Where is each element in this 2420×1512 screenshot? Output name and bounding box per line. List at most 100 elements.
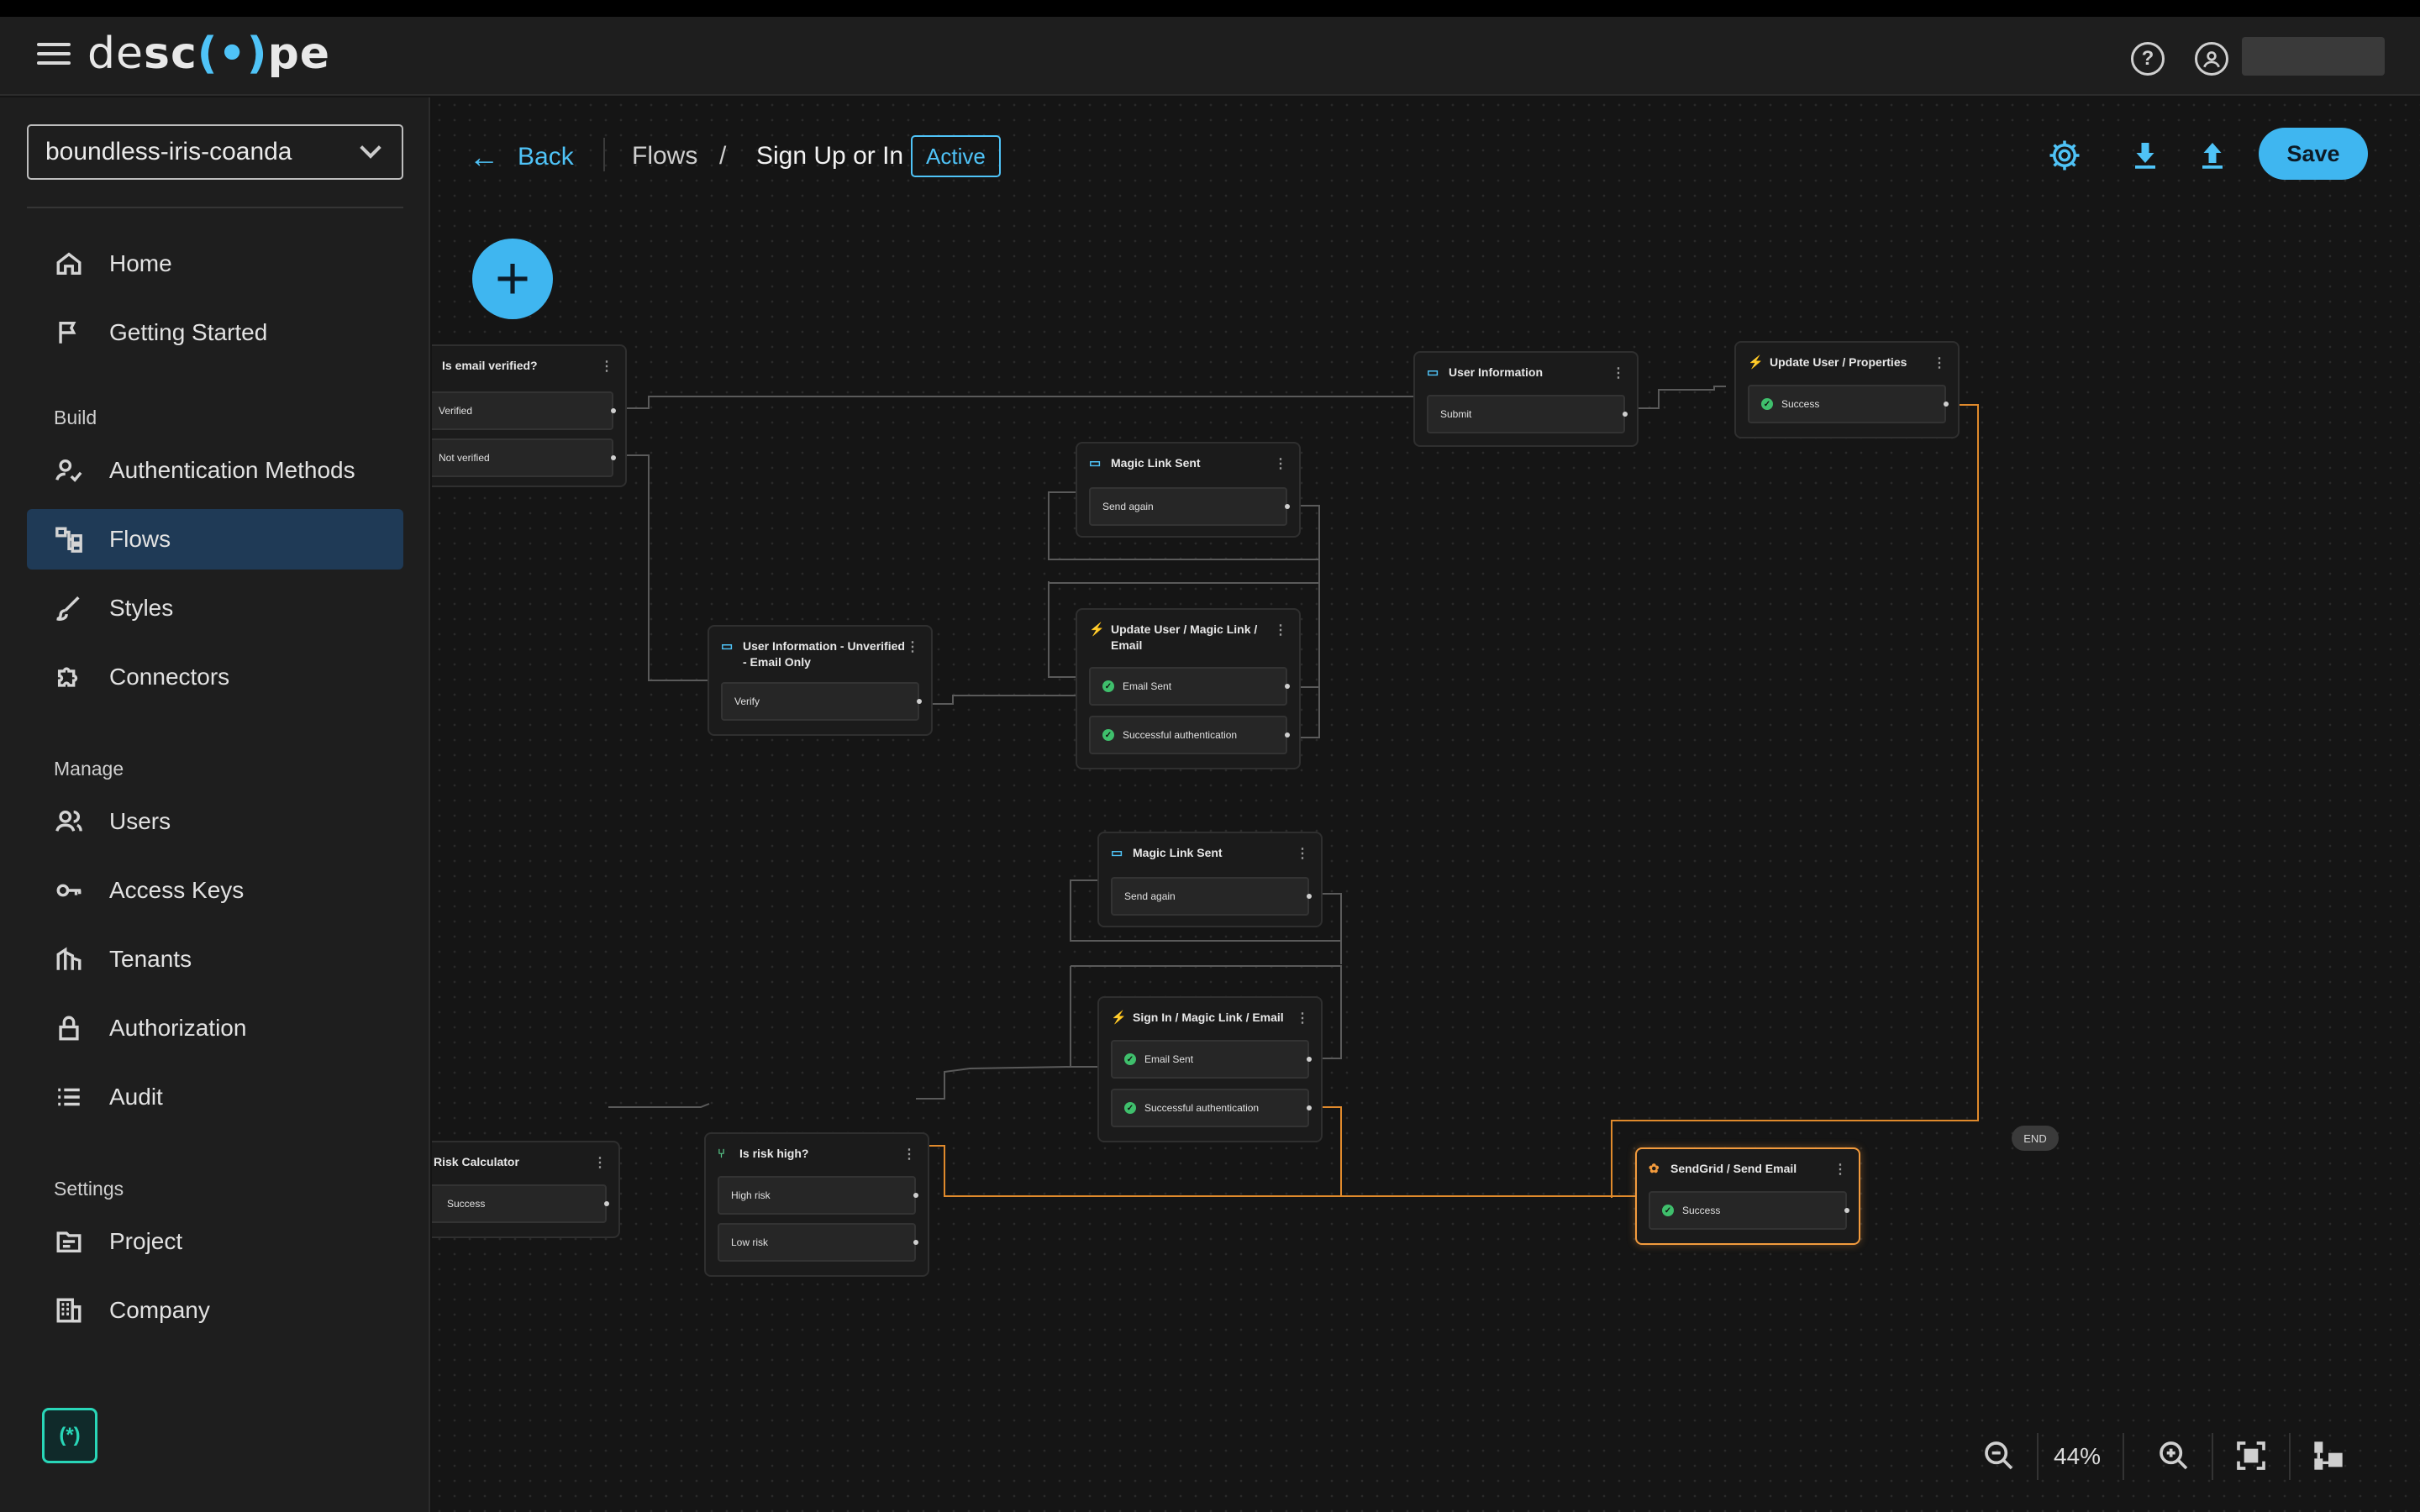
- chevron-down-icon: [360, 137, 381, 159]
- bolt-icon: ⚡: [1111, 1011, 1127, 1025]
- zoom-divider: [2289, 1433, 2291, 1480]
- sidebar-item-project[interactable]: Project: [27, 1211, 403, 1272]
- descope-logo[interactable]: desc(•)pe: [87, 29, 330, 79]
- check-icon: ✓: [1124, 1053, 1136, 1065]
- node-title: ⑂ Is risk high?: [718, 1147, 809, 1161]
- sidebar-item-access-keys[interactable]: Access Keys: [27, 860, 403, 921]
- node-title: ✿ SendGrid / Send Email: [1649, 1162, 1797, 1176]
- assistant-chat-icon[interactable]: (*): [42, 1408, 97, 1463]
- more-vertical-icon[interactable]: ⋮: [902, 1146, 916, 1163]
- user-name-chip[interactable]: [2242, 37, 2385, 76]
- node-risk-calculator[interactable]: Risk Calculator ⋮ Success: [432, 1141, 620, 1238]
- end-badge[interactable]: END: [2012, 1126, 2059, 1151]
- node-title: Risk Calculator: [434, 1155, 519, 1168]
- node-update-user-magic-link[interactable]: ⚡ Update User / Magic Link / Email ⋮ ✓ Ema…: [1076, 608, 1301, 769]
- node-update-user-properties[interactable]: ⚡ Update User / Properties ⋮ ✓ Success: [1734, 341, 1960, 438]
- node-title: ▭ User Information: [1427, 365, 1544, 380]
- node-is-risk-high[interactable]: ⑂ Is risk high? ⋮ High risk Low risk: [704, 1132, 929, 1277]
- project-selector[interactable]: boundless-iris-coanda: [27, 124, 403, 180]
- node-outlet[interactable]: ✓ Successful authentication: [1089, 716, 1290, 754]
- screen-icon: ▭: [1427, 365, 1439, 380]
- node-title: ▭ Magic Link Sent: [1089, 456, 1201, 470]
- more-vertical-icon[interactable]: ⋮: [1296, 1010, 1309, 1026]
- node-outlet[interactable]: Submit: [1427, 395, 1628, 433]
- fit-view-icon[interactable]: [2230, 1435, 2272, 1477]
- node-outlet[interactable]: ✓ Email Sent: [1089, 667, 1290, 706]
- sidebar-item-company[interactable]: Company: [27, 1280, 403, 1341]
- more-vertical-icon[interactable]: ⋮: [1274, 455, 1287, 472]
- node-title: ▭ User Information - Unverified - Email O…: [721, 639, 905, 669]
- node-outlet[interactable]: Send again: [1089, 487, 1290, 526]
- node-magic-link-sent-2[interactable]: ▭ Magic Link Sent ⋮ Send again: [1097, 832, 1323, 927]
- sidebar-item-flows[interactable]: Flows: [27, 509, 403, 570]
- check-icon: ✓: [1124, 1102, 1136, 1114]
- brush-icon: [54, 593, 84, 623]
- node-outlet[interactable]: ✓ Successful authentication: [1111, 1089, 1312, 1127]
- section-label-settings: Settings: [54, 1178, 124, 1200]
- puzzle-icon: [54, 662, 84, 692]
- node-title: ⚡ Update User / Properties: [1748, 355, 1907, 370]
- sidebar-item-users[interactable]: Users: [27, 791, 403, 852]
- lock-icon: [54, 1013, 84, 1043]
- more-vertical-icon[interactable]: ⋮: [906, 638, 919, 655]
- zoom-in-icon[interactable]: [2153, 1435, 2195, 1477]
- sidebar-item-authentication-methods[interactable]: Authentication Methods: [27, 440, 403, 501]
- node-outlet[interactable]: Send again: [1111, 877, 1312, 916]
- sidebar-item-home[interactable]: Home: [27, 234, 403, 294]
- node-outlet[interactable]: Success: [432, 1184, 609, 1223]
- node-outlet[interactable]: Verified: [432, 391, 616, 430]
- node-outlet[interactable]: ✓ Success: [1748, 385, 1949, 423]
- key-icon: [54, 875, 84, 906]
- account-icon[interactable]: [2195, 42, 2228, 76]
- zoom-divider: [2037, 1433, 2039, 1480]
- node-is-email-verified[interactable]: Is email verified? ⋮ Verified Not verifi…: [432, 344, 627, 487]
- node-user-info-unverified[interactable]: ▭ User Information - Unverified - Email O…: [708, 625, 933, 736]
- zoom-toolbar: 44%: [432, 1425, 2420, 1492]
- help-icon[interactable]: ?: [2131, 42, 2165, 76]
- building-icon: [54, 1295, 84, 1326]
- flow-connections: [608, 386, 1979, 1198]
- sidebar-item-label: Users: [109, 808, 171, 834]
- more-vertical-icon[interactable]: ⋮: [1833, 1161, 1847, 1178]
- sidebar-item-styles[interactable]: Styles: [27, 578, 403, 638]
- check-icon: ✓: [1761, 398, 1773, 410]
- sidebar-item-label: Audit: [109, 1084, 163, 1110]
- sidebar-item-label: Authentication Methods: [109, 457, 355, 483]
- sidebar: boundless-iris-coanda Home Getting Start…: [0, 97, 430, 1512]
- zoom-divider: [2123, 1433, 2124, 1480]
- user-check-icon: [54, 455, 84, 486]
- more-vertical-icon[interactable]: ⋮: [1274, 622, 1287, 638]
- more-vertical-icon[interactable]: ⋮: [593, 1154, 607, 1171]
- more-vertical-icon[interactable]: ⋮: [1933, 354, 1946, 371]
- node-outlet[interactable]: Low risk: [718, 1223, 918, 1262]
- auto-layout-icon[interactable]: [2307, 1435, 2349, 1477]
- sidebar-item-connectors[interactable]: Connectors: [27, 647, 403, 707]
- sidebar-item-getting-started[interactable]: Getting Started: [27, 302, 403, 363]
- node-user-information[interactable]: ▭ User Information ⋮ Submit: [1413, 351, 1639, 447]
- node-outlet[interactable]: Verify: [721, 682, 922, 721]
- more-vertical-icon[interactable]: ⋮: [1612, 365, 1625, 381]
- more-vertical-icon[interactable]: ⋮: [600, 358, 613, 375]
- zoom-out-icon[interactable]: [1978, 1435, 2020, 1477]
- more-vertical-icon[interactable]: ⋮: [1296, 845, 1309, 862]
- sidebar-item-authorization[interactable]: Authorization: [27, 998, 403, 1058]
- window-top-strip: [0, 0, 2420, 17]
- check-icon: ✓: [1102, 729, 1114, 741]
- sidebar-item-tenants[interactable]: Tenants: [27, 929, 403, 990]
- node-outlet[interactable]: ✓ Success: [1649, 1191, 1849, 1230]
- menu-icon[interactable]: [37, 43, 71, 70]
- screen-icon: ▭: [1089, 456, 1102, 470]
- node-magic-link-sent[interactable]: ▭ Magic Link Sent ⋮ Send again: [1076, 442, 1301, 538]
- node-outlet[interactable]: High risk: [718, 1176, 918, 1215]
- node-outlet[interactable]: Not verified: [432, 438, 616, 477]
- node-sendgrid-send-email[interactable]: ✿ SendGrid / Send Email ⋮ ✓ Success: [1635, 1147, 1860, 1245]
- sidebar-divider: [27, 207, 403, 208]
- users-icon: [54, 806, 84, 837]
- node-title: ⚡ Update User / Magic Link / Email: [1089, 622, 1258, 652]
- check-icon: ✓: [1662, 1205, 1674, 1216]
- node-outlet[interactable]: ✓ Email Sent: [1111, 1040, 1312, 1079]
- node-sign-in-magic-link[interactable]: ⚡ Sign In / Magic Link / Email ⋮ ✓ Email S…: [1097, 996, 1323, 1142]
- sidebar-item-audit[interactable]: Audit: [27, 1067, 403, 1127]
- zoom-level: 44%: [2054, 1443, 2102, 1469]
- screen-icon: ▭: [1111, 846, 1123, 860]
